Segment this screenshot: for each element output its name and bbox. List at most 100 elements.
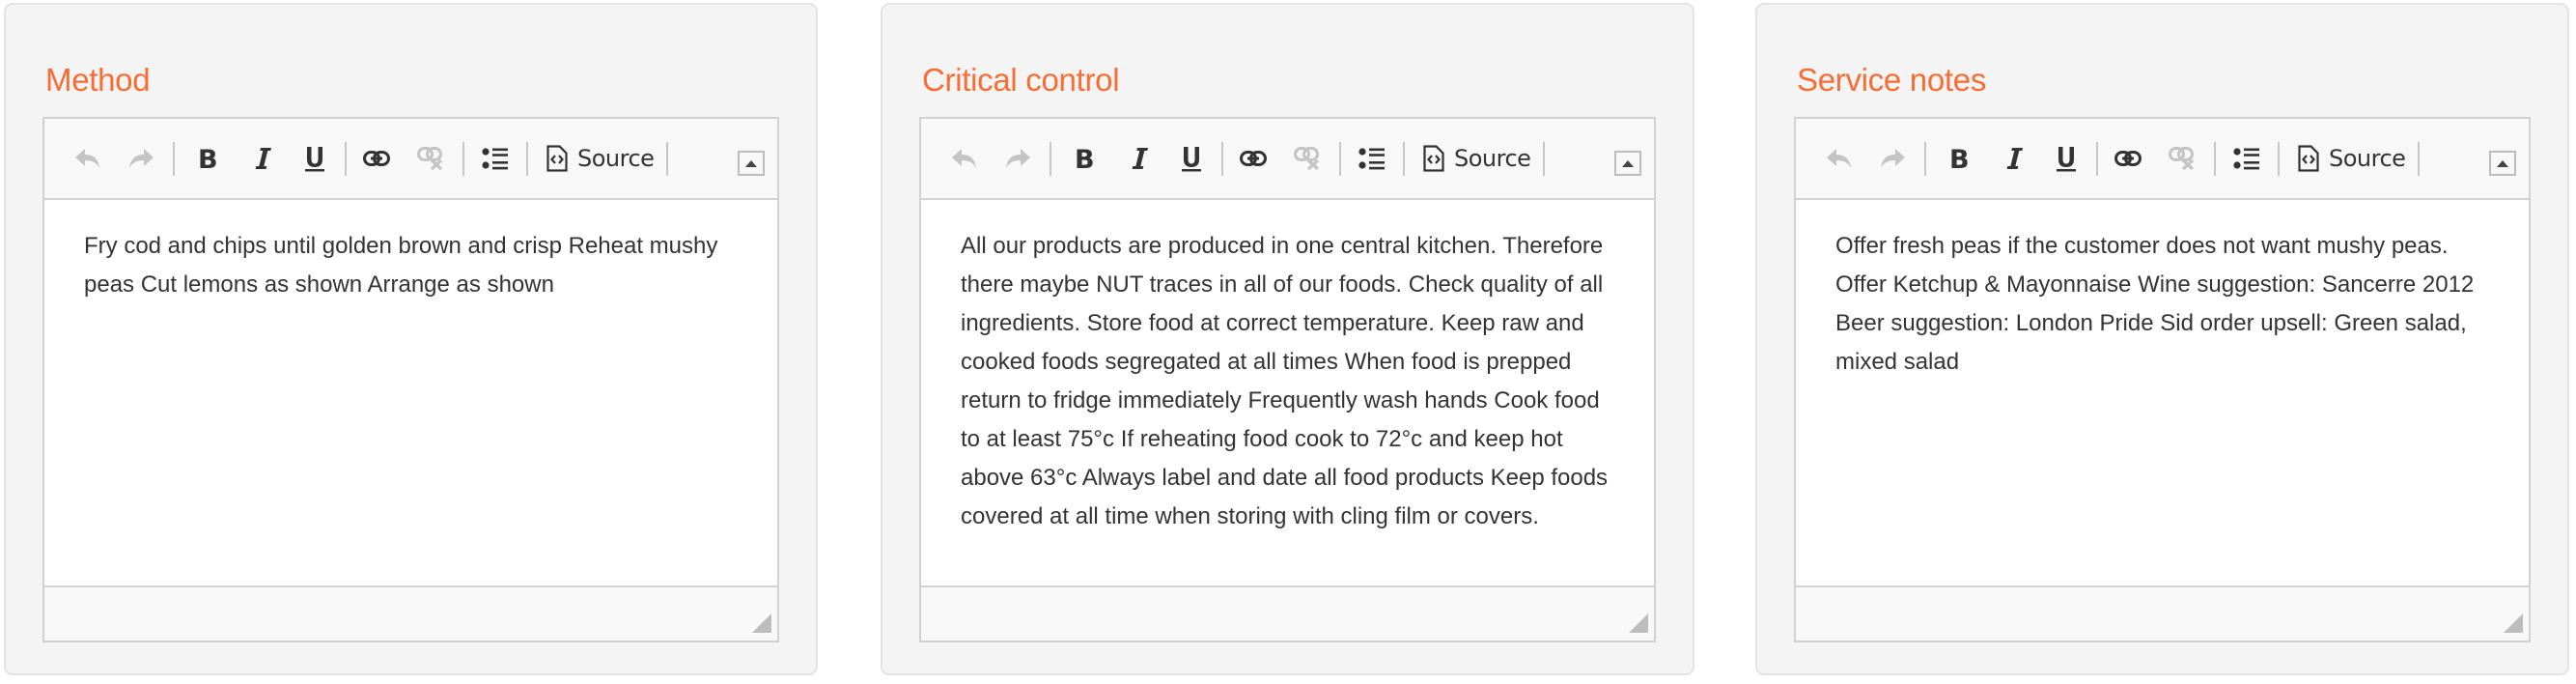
italic-button[interactable]	[249, 119, 276, 198]
editor-toolbar: B Source	[921, 119, 1654, 200]
collapse-toolbar-icon	[1622, 159, 1634, 167]
toolbar-separator	[345, 142, 347, 176]
link-button[interactable]	[2114, 119, 2142, 198]
editor-panel-3: Service notes B Source Offer fresh peas …	[1755, 3, 2569, 675]
toolbar-separator	[1050, 142, 1051, 176]
resize-grip-icon[interactable]	[752, 613, 771, 633]
editor-content[interactable]: Offer fresh peas if the customer does no…	[1796, 200, 2529, 587]
redo-icon	[129, 149, 154, 168]
link-button[interactable]	[362, 119, 391, 198]
redo-button[interactable]	[1878, 119, 1907, 198]
bold-icon: B	[1075, 146, 1094, 171]
toolbar-separator	[1221, 142, 1223, 176]
underline-button[interactable]	[301, 119, 328, 198]
bold-icon: B	[1949, 146, 1969, 171]
toolbar-separator	[526, 142, 528, 176]
italic-icon	[1132, 148, 1148, 169]
toolbar-separator	[2418, 142, 2420, 176]
source-code-icon	[2298, 145, 2319, 172]
editor-text: All our products are produced in one cen…	[961, 233, 1609, 529]
svg-text:B: B	[198, 146, 217, 171]
source-button[interactable]: Source	[546, 119, 662, 198]
resize-grip-icon[interactable]	[2504, 613, 2523, 633]
unlink-button[interactable]	[1293, 119, 1322, 198]
editor-toolbar: B Source	[44, 119, 777, 200]
bold-icon: B	[198, 146, 217, 171]
bulleted-list-icon	[1358, 148, 1385, 170]
unlink-button[interactable]	[416, 119, 445, 198]
redo-icon	[1006, 149, 1030, 168]
svg-text:B: B	[1075, 146, 1094, 171]
underline-button[interactable]	[1178, 119, 1205, 198]
collapse-toolbar-button[interactable]	[1614, 151, 1641, 176]
underline-icon	[2057, 147, 2076, 172]
source-label: Source	[2329, 145, 2406, 172]
svg-text:B: B	[1949, 146, 1969, 171]
underline-icon	[305, 147, 324, 172]
underline-button[interactable]	[2053, 119, 2080, 198]
editor-footer	[1796, 587, 2529, 641]
italic-icon	[255, 148, 271, 169]
toolbar-separator	[2214, 142, 2216, 176]
editor-text: Fry cod and chips until golden brown and…	[84, 233, 718, 298]
link-icon	[363, 151, 390, 166]
bulleted-list-icon	[2233, 148, 2259, 170]
undo-icon	[1827, 149, 1851, 168]
unlink-icon	[2169, 147, 2195, 170]
toolbar-separator	[1403, 142, 1405, 176]
undo-button[interactable]	[73, 119, 102, 198]
toolbar-separator	[666, 142, 668, 176]
link-button[interactable]	[1239, 119, 1268, 198]
toolbar-separator	[1339, 142, 1341, 176]
source-label: Source	[1454, 145, 1531, 172]
undo-icon	[75, 149, 99, 168]
italic-button[interactable]	[1126, 119, 1153, 198]
bulleted-list-button[interactable]	[1358, 119, 1386, 198]
link-icon	[1240, 151, 1267, 166]
toolbar-separator	[173, 142, 175, 176]
source-button[interactable]: Source	[1423, 119, 1539, 198]
undo-button[interactable]	[1825, 119, 1854, 198]
source-button[interactable]: Source	[2298, 119, 2414, 198]
italic-icon	[2006, 148, 2023, 169]
unlink-icon	[417, 147, 443, 170]
editor-text: Offer fresh peas if the customer does no…	[1835, 233, 2475, 375]
collapse-toolbar-button[interactable]	[2489, 151, 2516, 176]
editor-content[interactable]: All our products are produced in one cen…	[921, 200, 1654, 587]
panel-title: Method	[45, 62, 151, 98]
collapse-toolbar-icon	[745, 159, 757, 167]
bold-button[interactable]: B	[194, 119, 221, 198]
editor-footer	[921, 587, 1654, 641]
toolbar-separator	[2278, 142, 2280, 176]
toolbar-separator	[462, 142, 464, 176]
collapse-toolbar-button[interactable]	[738, 151, 765, 176]
panel-title: Critical control	[922, 62, 1120, 98]
redo-button[interactable]	[126, 119, 155, 198]
source-code-icon	[1423, 145, 1444, 172]
undo-icon	[952, 149, 976, 168]
toolbar-separator	[1924, 142, 1926, 176]
editor-toolbar: B Source	[1796, 119, 2529, 200]
undo-button[interactable]	[950, 119, 979, 198]
resize-grip-icon[interactable]	[1629, 613, 1648, 633]
bulleted-list-button[interactable]	[481, 119, 510, 198]
editor-panel-1: Method B Source Fry cod and chips until …	[4, 3, 818, 675]
rich-text-editor: B	[1794, 117, 2531, 642]
editor-content[interactable]: Fry cod and chips until golden brown and…	[44, 200, 777, 587]
unlink-button[interactable]	[2168, 119, 2197, 198]
bold-button[interactable]: B	[1071, 119, 1098, 198]
editor-footer	[44, 587, 777, 641]
rich-text-editor: B	[42, 117, 779, 642]
source-code-icon	[546, 145, 568, 172]
bold-button[interactable]: B	[1946, 119, 1973, 198]
editor-panel-2: Critical control B Source All our produc…	[881, 3, 1694, 675]
source-label: Source	[577, 145, 655, 172]
redo-button[interactable]	[1003, 119, 1032, 198]
toolbar-separator	[2096, 142, 2098, 176]
toolbar-separator	[1543, 142, 1545, 176]
underline-icon	[1182, 147, 1201, 172]
bulleted-list-button[interactable]	[2232, 119, 2261, 198]
italic-button[interactable]	[2001, 119, 2028, 198]
panel-title: Service notes	[1797, 62, 1987, 98]
rich-text-editor: B	[919, 117, 1656, 642]
